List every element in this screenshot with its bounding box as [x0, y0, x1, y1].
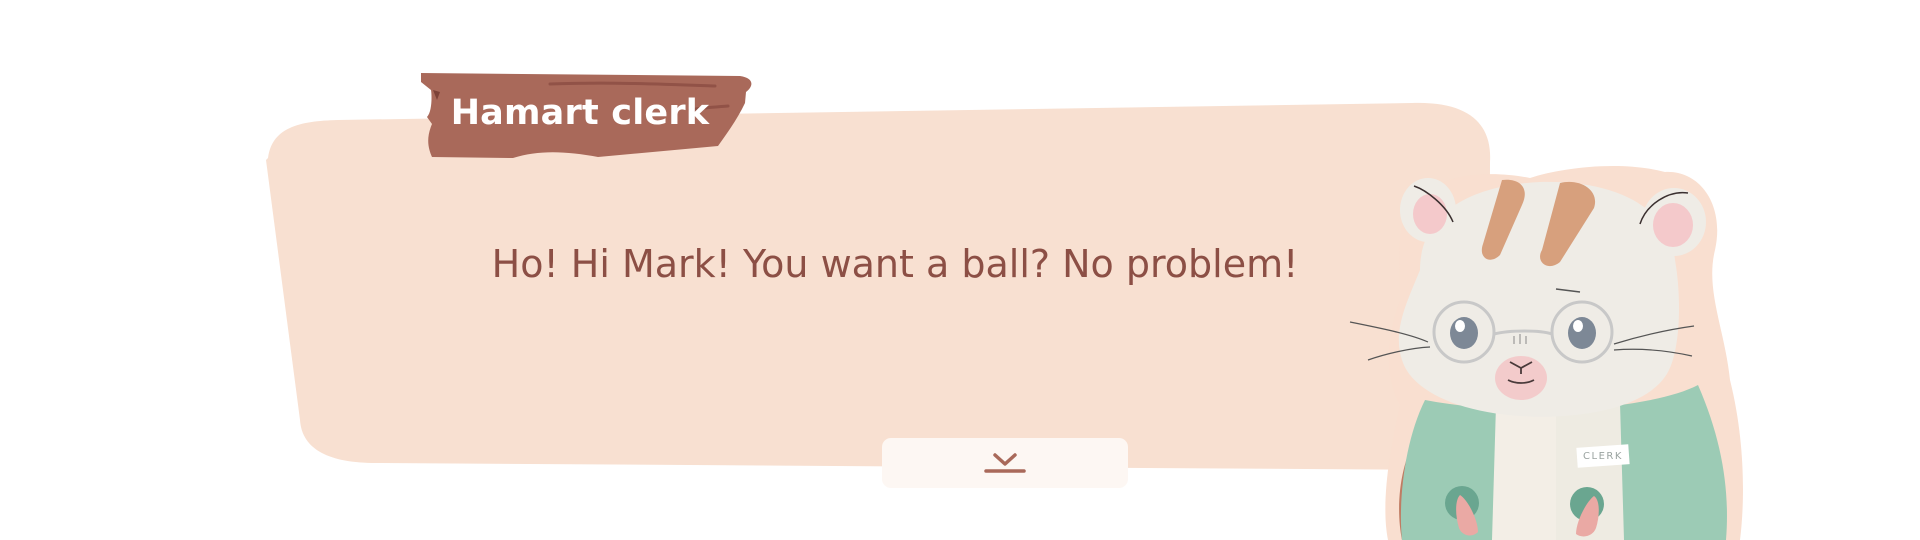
chevron-down-icon [984, 453, 1026, 473]
dialog-message: Ho! Hi Mark! You want a ball? No problem… [491, 242, 1299, 286]
clerk-name-badge: CLERK [1583, 450, 1623, 462]
speaker-name: Hamart clerk [450, 93, 710, 133]
continue-button[interactable] [882, 438, 1128, 488]
hamster-clerk-portrait [1349, 165, 1743, 540]
